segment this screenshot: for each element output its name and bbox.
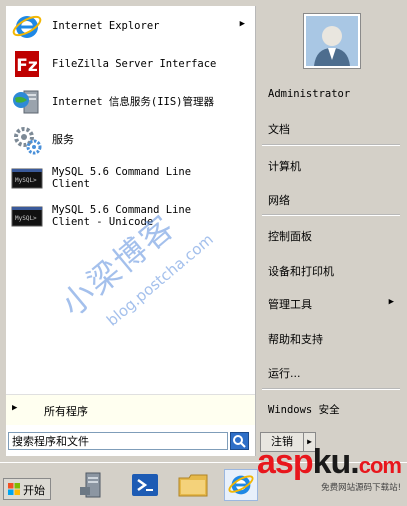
separator bbox=[262, 214, 400, 216]
submenu-arrow-icon: ▶ bbox=[239, 19, 245, 29]
programs-pane: Internet Explorer ▶ Fz FileZilla Server … bbox=[6, 6, 256, 456]
logoff-label: 注销 bbox=[271, 435, 293, 448]
start-menu: Internet Explorer ▶ Fz FileZilla Server … bbox=[0, 0, 407, 458]
admin-tools-link[interactable]: 管理工具 bbox=[268, 296, 312, 312]
all-programs-label: 所有程序 bbox=[44, 405, 88, 418]
user-avatar-icon bbox=[306, 16, 358, 66]
program-label: Internet 信息服务(IIS)管理器 bbox=[52, 96, 215, 108]
program-mysql-cli[interactable]: MySQL> MySQL 5.6 Command Line Client bbox=[6, 160, 255, 196]
program-filezilla[interactable]: Fz FileZilla Server Interface bbox=[6, 46, 255, 82]
user-name-link[interactable]: Administrator bbox=[268, 88, 350, 100]
taskbar-powershell[interactable] bbox=[128, 469, 162, 501]
taskbar: 开始 bbox=[0, 462, 407, 506]
ie-icon bbox=[10, 9, 44, 43]
program-label: FileZilla Server Interface bbox=[52, 58, 217, 70]
windows-flag-icon bbox=[8, 483, 20, 495]
shutdown-options-button[interactable]: ▶ bbox=[304, 432, 316, 452]
taskbar-server-manager[interactable] bbox=[76, 469, 110, 501]
separator bbox=[262, 388, 400, 390]
documents-link[interactable]: 文档 bbox=[268, 121, 290, 137]
mysql-console-icon: MySQL> bbox=[10, 161, 44, 195]
taskbar-internet-explorer[interactable] bbox=[224, 469, 258, 501]
start-button[interactable]: 开始 bbox=[3, 478, 51, 500]
computer-link[interactable]: 计算机 bbox=[268, 158, 301, 174]
start-label: 开始 bbox=[23, 484, 45, 497]
server-manager-icon bbox=[80, 472, 101, 498]
avatar[interactable] bbox=[304, 14, 360, 68]
separator bbox=[262, 144, 400, 146]
search-input[interactable]: 搜索程序和文件 bbox=[8, 432, 228, 450]
logoff-button[interactable]: 注销 bbox=[260, 432, 304, 452]
program-internet-explorer[interactable]: Internet Explorer ▶ bbox=[6, 8, 255, 44]
ie-icon bbox=[228, 475, 254, 495]
right-pane: Administrator 文档 计算机 网络 控制面板 设备和打印机 管理工具… bbox=[256, 6, 406, 456]
search-icon bbox=[233, 435, 246, 448]
services-gear-icon bbox=[10, 123, 44, 157]
control-panel-link[interactable]: 控制面板 bbox=[268, 228, 312, 244]
powershell-icon bbox=[132, 474, 158, 496]
devices-printers-link[interactable]: 设备和打印机 bbox=[268, 263, 334, 279]
search-placeholder: 搜索程序和文件 bbox=[12, 435, 89, 448]
program-label: MySQL 5.6 Command Line Client bbox=[52, 166, 192, 190]
program-label: MySQL 5.6 Command Line Client - Unicode bbox=[52, 204, 192, 228]
search-button[interactable] bbox=[230, 432, 249, 450]
run-link[interactable]: 运行... bbox=[268, 365, 301, 381]
help-support-link[interactable]: 帮助和支持 bbox=[268, 331, 323, 347]
mysql-console-icon: MySQL> bbox=[10, 199, 44, 233]
windows-security-link[interactable]: Windows 安全 bbox=[268, 402, 340, 417]
filezilla-icon: Fz bbox=[10, 47, 44, 81]
iis-manager-icon bbox=[10, 85, 44, 119]
svg-text:Fz: Fz bbox=[16, 56, 38, 76]
chevron-right-icon: ▶ bbox=[307, 437, 312, 446]
program-iis-manager[interactable]: Internet 信息服务(IIS)管理器 bbox=[6, 84, 255, 120]
program-mysql-cli-unicode[interactable]: MySQL> MySQL 5.6 Command Line Client - U… bbox=[6, 198, 255, 234]
all-programs-button[interactable]: ▶ 所有程序 bbox=[6, 394, 255, 425]
folder-icon bbox=[178, 474, 208, 497]
program-label: 服务 bbox=[52, 133, 74, 146]
taskbar-explorer[interactable] bbox=[176, 469, 210, 501]
svg-text:MySQL>: MySQL> bbox=[15, 177, 37, 184]
expand-arrow-icon: ▶ bbox=[12, 403, 18, 413]
svg-text:MySQL>: MySQL> bbox=[15, 215, 37, 222]
program-services[interactable]: 服务 bbox=[6, 122, 255, 158]
network-link[interactable]: 网络 bbox=[268, 192, 290, 208]
program-label: Internet Explorer bbox=[52, 20, 160, 32]
submenu-arrow-icon: ▶ bbox=[388, 297, 394, 307]
